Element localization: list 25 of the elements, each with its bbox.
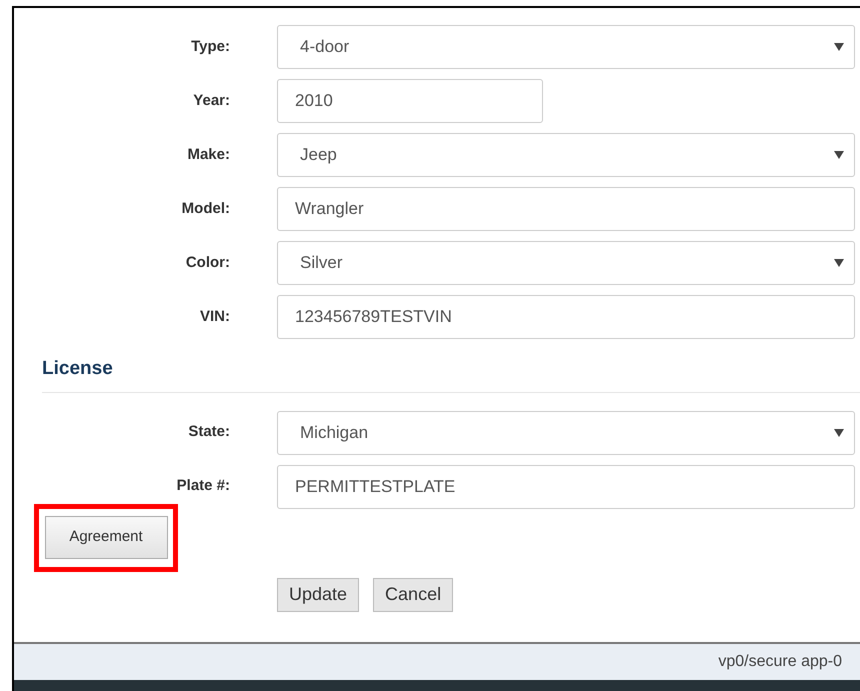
dropdown[interactable]: 4-door [277,25,855,69]
field-label: Plate #: [176,476,230,496]
caret-icon [834,428,844,438]
field-label: Type: [190,36,230,57]
agreement-button[interactable]: Agreement [44,516,168,559]
caret-icon [834,150,844,160]
field-label: Year: [192,90,230,111]
field-label: VIN: [199,306,230,327]
cancel-button[interactable]: Cancel [373,578,454,612]
dropdown[interactable]: Michigan [277,410,855,454]
field-label: Make: [186,144,230,165]
dropdown[interactable]: Silver [277,241,855,285]
section-heading: License [42,358,113,379]
field-label: State: [187,422,230,442]
footer-text: vp0/secure app-0 [718,652,842,672]
caret-icon [834,42,844,52]
dropdown[interactable]: Jeep [277,133,855,177]
field-label: Model: [180,198,230,219]
input-field[interactable]: Wrangler [277,187,855,231]
input-field[interactable]: 2010 [277,79,543,123]
input-field[interactable]: 123456789TESTVIN [277,295,855,339]
input-field[interactable]: PERMITTESTPLATE [277,464,855,508]
field-label: Color: [184,252,230,273]
caret-icon [834,258,844,268]
update-button[interactable]: Update [277,578,360,612]
